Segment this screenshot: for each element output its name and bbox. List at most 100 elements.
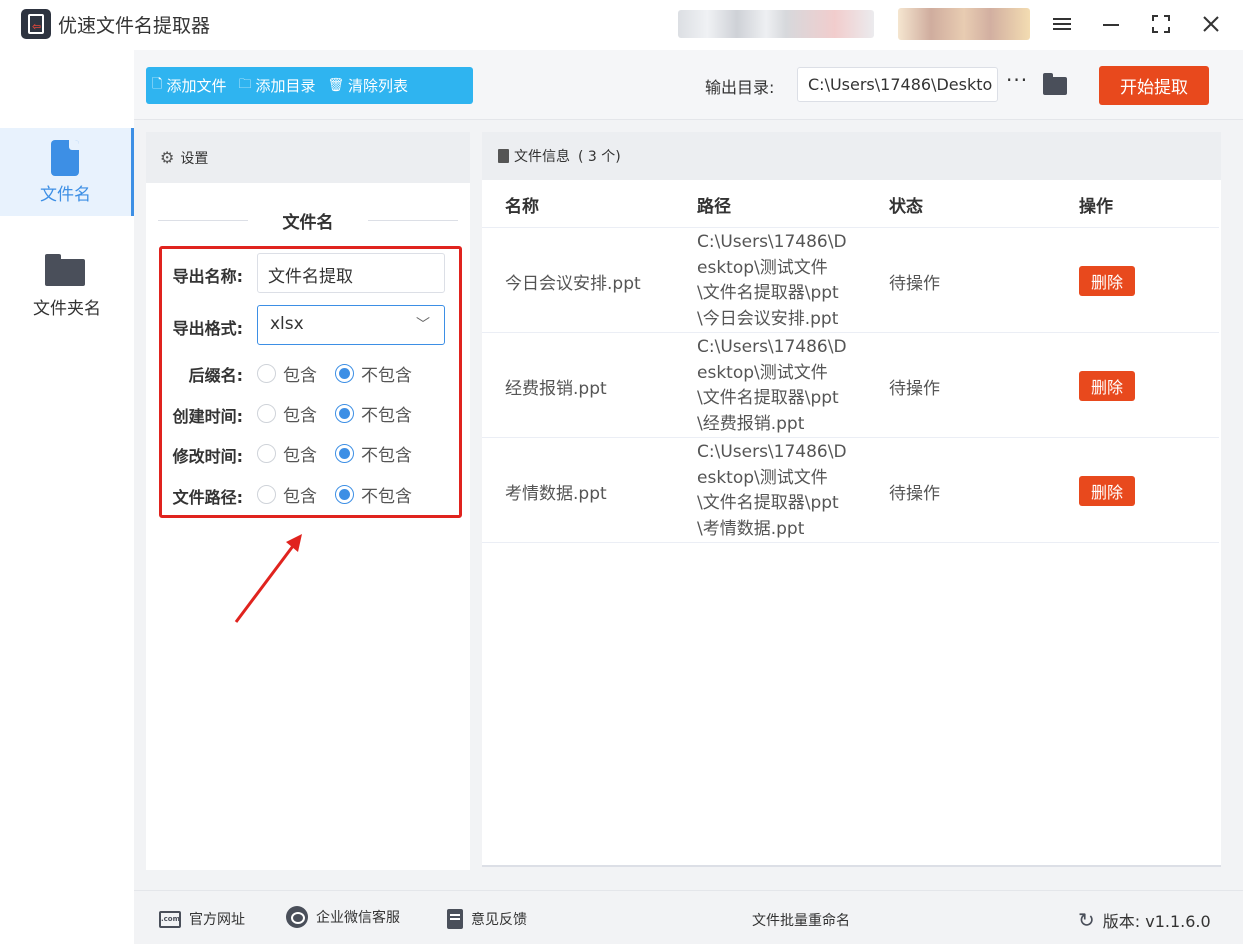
- app-logo-icon: ⇦: [21, 9, 51, 39]
- file-status-cell: 待操作: [889, 379, 940, 399]
- title-bar: ⇦ 优速文件名提取器: [0, 0, 1243, 50]
- delete-button[interactable]: 删除: [1079, 476, 1135, 506]
- radio-label: 不包含: [361, 365, 412, 386]
- sidebar-item-label: 文件名: [40, 185, 91, 205]
- clear-list-label: 清除列表: [348, 77, 409, 95]
- file-info-panel: 文件信息 ( 3 个) 名称 路径 状态 操作 今日会议安排.ppt C:\Us…: [482, 132, 1221, 867]
- sidebar-item-foldername[interactable]: 文件夹名: [0, 246, 134, 334]
- more-options-button[interactable]: ···: [1006, 68, 1028, 92]
- modify-time-radio-group: 包含 不包含: [257, 440, 430, 466]
- file-status-cell: 待操作: [889, 274, 940, 294]
- start-extract-button[interactable]: 开始提取: [1099, 66, 1209, 105]
- version-info: ↻ 版本: v1.1.6.0: [1078, 908, 1211, 932]
- column-header-status: 状态: [889, 197, 923, 217]
- file-path-include-radio[interactable]: 包含: [257, 482, 317, 507]
- folder-icon: [45, 254, 85, 286]
- suffix-label: 后缀名:: [188, 366, 243, 385]
- website-link[interactable]: .com 官方网址: [159, 909, 245, 929]
- website-icon: .com: [159, 910, 181, 928]
- column-header-name: 名称: [505, 197, 539, 217]
- close-icon[interactable]: [1194, 8, 1228, 40]
- file-icon: [498, 149, 509, 163]
- suffix-include-radio[interactable]: 包含: [257, 361, 317, 386]
- settings-header: ⚙ 设置: [146, 132, 470, 183]
- wechat-support-link[interactable]: 企业微信客服: [286, 906, 400, 928]
- refresh-icon[interactable]: ↻: [1078, 908, 1095, 932]
- radio-label: 包含: [283, 445, 317, 466]
- add-file-button[interactable]: 🗋 添加文件: [146, 67, 232, 104]
- add-file-label: 添加文件: [166, 77, 227, 95]
- radio-icon: [257, 403, 276, 423]
- open-folder-icon[interactable]: [1043, 73, 1067, 95]
- modify-time-exclude-radio[interactable]: 不包含: [335, 441, 412, 466]
- feedback-link[interactable]: 意见反馈: [447, 909, 527, 929]
- folder-outline-icon: 🗀: [238, 76, 252, 92]
- file-info-title: 文件信息: [514, 149, 570, 165]
- trash-icon: 🗑: [327, 78, 345, 93]
- radio-label: 包含: [283, 365, 317, 386]
- export-format-select[interactable]: xlsx ﹀: [257, 305, 445, 345]
- radio-icon: [257, 443, 276, 463]
- file-name-cell: 考情数据.ppt: [505, 484, 607, 504]
- menu-icon[interactable]: [1045, 8, 1079, 40]
- batch-rename-link[interactable]: 文件批量重命名: [752, 910, 850, 930]
- add-directory-button[interactable]: 🗀 添加目录: [232, 67, 321, 104]
- feedback-icon: [447, 909, 463, 929]
- export-name-label: 导出名称:: [172, 267, 243, 286]
- delete-button[interactable]: 删除: [1079, 266, 1135, 296]
- sidebar-item-label: 文件夹名: [33, 299, 101, 319]
- modify-time-label: 修改时间:: [172, 447, 243, 466]
- create-time-label: 创建时间:: [172, 407, 243, 426]
- export-format-label: 导出格式:: [172, 319, 243, 338]
- file-button-group: 🗋 添加文件 🗀 添加目录 🗑 清除列表: [146, 67, 473, 104]
- table-row: 今日会议安排.ppt C:\Users\17486\Desktop\测试文件\文…: [482, 228, 1219, 333]
- file-path-radio-group: 包含 不包含: [257, 481, 430, 507]
- table-row: 考情数据.ppt C:\Users\17486\Desktop\测试文件\文件名…: [482, 438, 1219, 543]
- annotation-arrow-icon: [234, 534, 302, 623]
- clear-list-button[interactable]: 🗑 清除列表: [322, 67, 415, 104]
- website-label: 官方网址: [189, 912, 245, 928]
- file-name-cell: 今日会议安排.ppt: [505, 274, 641, 294]
- create-time-radio-group: 包含 不包含: [257, 400, 430, 426]
- radio-icon: [257, 363, 276, 383]
- radio-label: 不包含: [361, 445, 412, 466]
- output-dir-label: 输出目录:: [705, 78, 775, 97]
- maximize-icon[interactable]: [1144, 8, 1178, 40]
- export-format-value: xlsx: [270, 314, 304, 334]
- version-label: 版本: v1.1.6.0: [1102, 912, 1211, 931]
- radio-label: 包含: [283, 405, 317, 426]
- wechat-icon: [286, 906, 308, 928]
- settings-header-label: 设置: [180, 150, 209, 167]
- footer: .com 官方网址 企业微信客服 意见反馈 文件批量重命名 ↻ 版本: v1.1…: [134, 890, 1243, 944]
- output-dir-input[interactable]: C:\Users\17486\Deskto: [797, 67, 998, 102]
- file-path-cell: C:\Users\17486\Desktop\测试文件\文件名提取器\ppt\考…: [697, 442, 847, 539]
- file-path-label: 文件路径:: [172, 488, 243, 507]
- chevron-down-icon: ﹀: [416, 317, 430, 333]
- delete-button[interactable]: 删除: [1079, 371, 1135, 401]
- section-title: 文件名: [282, 213, 334, 233]
- modify-time-include-radio[interactable]: 包含: [257, 441, 317, 466]
- file-status-cell: 待操作: [889, 484, 940, 504]
- settings-panel: ⚙ 设置 文件名 导出名称: 文件名提取 导出格式: xlsx ﹀ 后缀名: 包…: [146, 132, 470, 870]
- file-count: ( 3 个): [578, 149, 621, 165]
- create-time-exclude-radio[interactable]: 不包含: [335, 401, 412, 426]
- column-header-action: 操作: [1079, 197, 1113, 217]
- export-name-input[interactable]: 文件名提取: [257, 253, 445, 293]
- sidebar-item-filename[interactable]: 文件名: [0, 128, 134, 216]
- radio-checked-icon: [335, 403, 354, 423]
- file-name-cell: 经费报销.ppt: [505, 379, 607, 399]
- file-path-exclude-radio[interactable]: 不包含: [335, 482, 412, 507]
- blurred-avatar: [898, 8, 1030, 40]
- file-info-header: 文件信息 ( 3 个): [482, 132, 1221, 180]
- file-path-cell: C:\Users\17486\Desktop\测试文件\文件名提取器\ppt\经…: [697, 337, 847, 434]
- gear-icon: ⚙: [160, 148, 175, 167]
- sidebar: 文件名 文件夹名: [0, 50, 134, 944]
- file-icon: 🗋: [152, 76, 163, 92]
- wechat-label: 企业微信客服: [316, 910, 400, 926]
- minimize-icon[interactable]: [1094, 8, 1128, 40]
- file-icon: [51, 140, 79, 176]
- file-path-cell: C:\Users\17486\Desktop\测试文件\文件名提取器\ppt\今…: [697, 232, 847, 329]
- radio-label: 不包含: [361, 405, 412, 426]
- create-time-include-radio[interactable]: 包含: [257, 401, 317, 426]
- suffix-exclude-radio[interactable]: 不包含: [335, 361, 412, 386]
